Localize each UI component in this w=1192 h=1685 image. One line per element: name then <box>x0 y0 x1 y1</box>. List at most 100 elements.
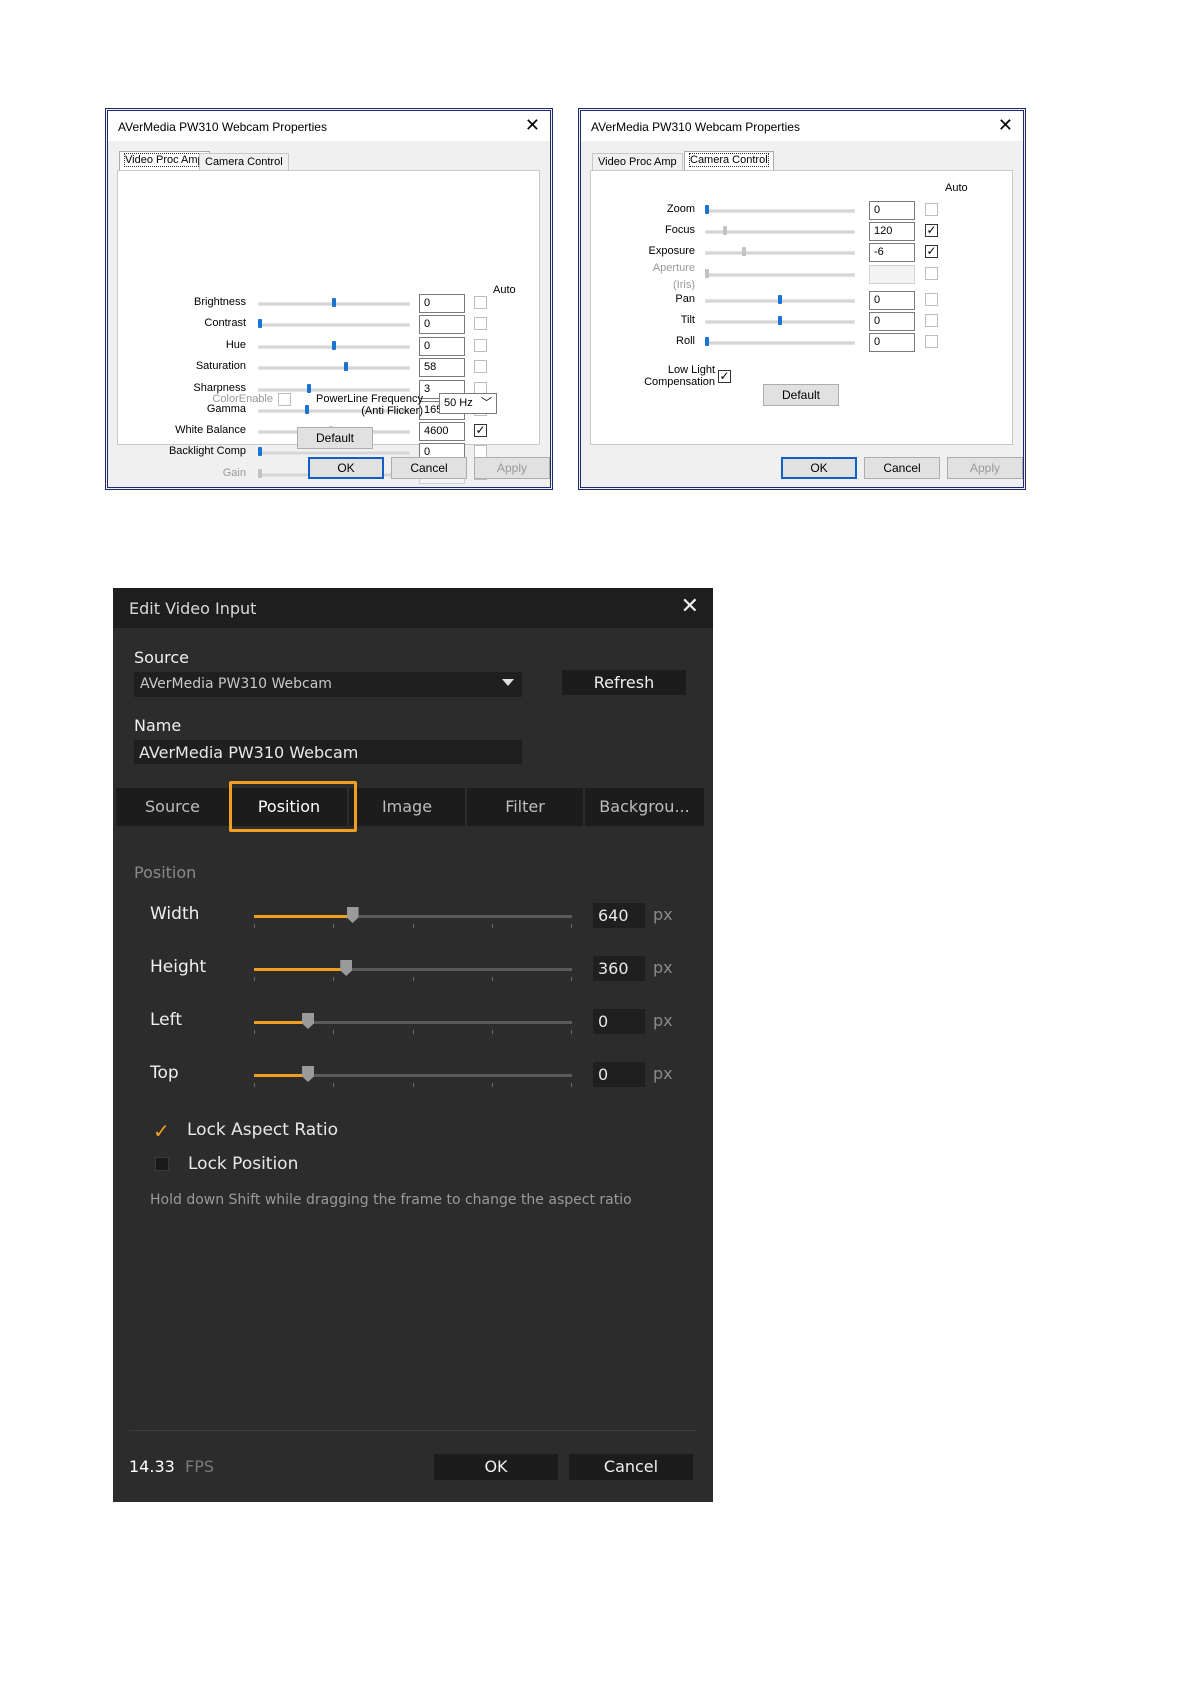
powerline-select[interactable]: 50 Hz ﹀ <box>439 393 497 414</box>
slider-fill <box>254 1021 309 1024</box>
slider-value-input[interactable]: 0 <box>593 1009 645 1034</box>
tab-image[interactable]: Image <box>349 788 467 826</box>
name-input[interactable]: AVerMedia PW310 Webcam <box>134 740 522 764</box>
auto-checkbox[interactable] <box>925 335 938 348</box>
value-field[interactable]: 0 <box>419 294 465 313</box>
slider-thumb[interactable] <box>306 384 311 393</box>
tab-background[interactable]: Backgrou... <box>585 788 706 826</box>
slider-thumb[interactable] <box>778 295 782 304</box>
slider-track[interactable] <box>258 323 410 327</box>
auto-checkbox[interactable]: ✓ <box>925 224 938 237</box>
slider-value-input[interactable]: 360 <box>593 956 645 981</box>
auto-checkbox[interactable] <box>925 267 938 280</box>
tab-video-proc-amp[interactable]: Video Proc Amp <box>119 151 210 171</box>
close-icon[interactable]: ✕ <box>681 594 699 619</box>
slider-unit: px <box>653 1064 673 1083</box>
auto-checkbox[interactable]: ✓ <box>925 245 938 258</box>
cancel-button[interactable]: Cancel <box>569 1454 693 1480</box>
slider-thumb[interactable] <box>705 205 709 214</box>
checkmark-icon[interactable]: ✓ <box>153 1119 170 1143</box>
apply-button[interactable]: Apply <box>474 457 550 479</box>
slider-tick <box>333 1030 335 1034</box>
default-button[interactable]: Default <box>763 384 839 406</box>
slider-tick <box>254 924 255 928</box>
slider-track[interactable] <box>705 341 855 345</box>
default-button[interactable]: Default <box>297 427 373 449</box>
value-field[interactable]: 58 <box>419 358 465 377</box>
slider-tick <box>491 977 493 981</box>
slider-track[interactable] <box>705 251 855 255</box>
slider-value-input[interactable]: 640 <box>593 903 645 928</box>
slider-thumb[interactable] <box>332 341 336 350</box>
slider-thumb[interactable] <box>705 337 709 346</box>
value-field[interactable]: 0 <box>869 333 915 352</box>
slider-track[interactable] <box>254 1013 572 1034</box>
auto-checkbox[interactable] <box>474 360 487 373</box>
cancel-button[interactable]: Cancel <box>864 457 940 479</box>
refresh-button[interactable]: Refresh <box>562 670 686 695</box>
row-label: Exposure <box>648 245 695 257</box>
lock-aspect-ratio-label[interactable]: Lock Aspect Ratio <box>187 1120 338 1140</box>
slider-thumb[interactable] <box>346 907 359 923</box>
slider-thumb[interactable] <box>258 447 262 456</box>
apply-button[interactable]: Apply <box>947 457 1023 479</box>
value-field[interactable]: 0 <box>869 312 915 331</box>
color-enable-label: ColorEnable <box>212 393 273 405</box>
source-dropdown[interactable]: AVerMedia PW310 Webcam <box>134 672 522 697</box>
slider-thumb[interactable] <box>302 1013 315 1029</box>
slider-track[interactable] <box>258 366 410 370</box>
slider-thumb[interactable] <box>722 226 727 235</box>
slider-track[interactable] <box>258 451 410 455</box>
low-light-sublabel: Compensation <box>644 376 715 388</box>
auto-checkbox[interactable] <box>474 317 487 330</box>
lock-position-label[interactable]: Lock Position <box>188 1154 298 1174</box>
slider-track[interactable] <box>705 209 855 213</box>
row-label: Contrast <box>204 317 246 329</box>
tab-camera-control[interactable]: Camera Control <box>199 153 289 171</box>
slider-thumb[interactable] <box>343 362 348 371</box>
slider-tick <box>571 1083 572 1087</box>
slider-thumb[interactable] <box>258 319 262 328</box>
slider-value-input[interactable]: 0 <box>593 1062 645 1087</box>
slider-unit: px <box>653 958 673 977</box>
auto-checkbox[interactable] <box>925 293 938 306</box>
ok-button[interactable]: OK <box>308 457 384 479</box>
value-field[interactable]: -6 <box>869 243 915 262</box>
tab-source[interactable]: Source <box>116 788 231 826</box>
value-field[interactable]: 0 <box>869 201 915 220</box>
tab-filter[interactable]: Filter <box>467 788 585 826</box>
slider-thumb[interactable] <box>332 298 336 307</box>
slider-track[interactable] <box>258 388 410 392</box>
auto-checkbox[interactable]: ✓ <box>474 424 487 437</box>
slider-track[interactable] <box>254 907 572 928</box>
slider-thumb[interactable] <box>302 1066 315 1082</box>
ok-button[interactable]: OK <box>781 457 857 479</box>
slider-unit: px <box>653 905 673 924</box>
auto-checkbox[interactable] <box>474 339 487 352</box>
low-light-checkbox[interactable]: ✓ <box>718 370 731 383</box>
lock-position-checkbox[interactable] <box>155 1157 169 1171</box>
auto-checkbox[interactable] <box>474 296 487 309</box>
auto-checkbox[interactable] <box>925 314 938 327</box>
value-field[interactable]: 0 <box>869 291 915 310</box>
cancel-button[interactable]: Cancel <box>391 457 467 479</box>
color-enable-checkbox[interactable] <box>278 393 291 406</box>
ok-button[interactable]: OK <box>434 1454 558 1480</box>
slider-track[interactable] <box>254 960 572 981</box>
value-field[interactable]: 120 <box>869 222 915 241</box>
slider-thumb[interactable] <box>778 316 782 325</box>
slider-thumb[interactable] <box>340 960 353 976</box>
slider-track[interactable] <box>254 1066 572 1087</box>
value-field[interactable]: 4600 <box>419 422 465 441</box>
auto-checkbox[interactable] <box>925 203 938 216</box>
tab-camera-control[interactable]: Camera Control <box>684 151 774 171</box>
slider-thumb[interactable] <box>741 247 746 256</box>
slider-thumb <box>258 469 262 478</box>
close-icon[interactable]: ✕ <box>998 116 1013 134</box>
value-field[interactable]: 0 <box>419 337 465 356</box>
slider-track[interactable] <box>705 230 855 234</box>
slider-label: Top <box>150 1063 179 1083</box>
tab-video-proc-amp[interactable]: Video Proc Amp <box>592 153 683 171</box>
close-icon[interactable]: ✕ <box>525 116 540 134</box>
value-field[interactable]: 0 <box>419 315 465 334</box>
